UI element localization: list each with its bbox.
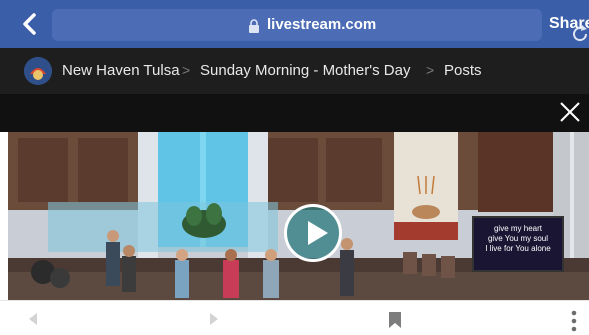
channel-avatar[interactable] <box>24 57 52 85</box>
play-button[interactable] <box>284 204 342 262</box>
play-icon <box>308 221 328 245</box>
breadcrumb-separator: > <box>182 62 191 78</box>
bookmark-icon[interactable] <box>388 311 402 329</box>
forward-arrow-icon[interactable] <box>208 312 220 326</box>
lock-icon <box>249 19 259 33</box>
browser-toolbar: livestream.com Share <box>0 0 589 48</box>
lyrics-screen: give my heart give You my soul I live fo… <box>472 216 564 272</box>
breadcrumb: New Haven Tulsa > Sunday Morning - Mothe… <box>0 48 589 94</box>
viewer-header <box>0 94 589 132</box>
url-text: livestream.com <box>267 16 377 33</box>
browser-bottom-toolbar <box>0 300 589 335</box>
share-button[interactable]: Share <box>549 15 589 33</box>
breadcrumb-separator: > <box>426 62 435 78</box>
channel-logo-icon <box>24 57 52 85</box>
more-vertical-icon[interactable] <box>569 310 579 332</box>
video-player[interactable]: give my heart give You my soul I live fo… <box>8 132 589 300</box>
lyrics-line: give You my soul <box>487 234 549 243</box>
address-bar[interactable]: livestream.com <box>52 9 588 42</box>
breadcrumb-item-channel[interactable]: New Haven Tulsa <box>62 62 180 79</box>
chevron-left-icon[interactable] <box>18 12 42 36</box>
back-arrow-icon[interactable] <box>27 312 39 326</box>
breadcrumb-item-posts[interactable]: Posts <box>444 62 482 79</box>
close-icon[interactable] <box>558 100 582 124</box>
lyrics-line: I live for You alone <box>485 244 551 253</box>
breadcrumb-item-event[interactable]: Sunday Morning - Mother's Day <box>200 62 410 79</box>
lyrics-line: give my heart <box>493 224 543 233</box>
